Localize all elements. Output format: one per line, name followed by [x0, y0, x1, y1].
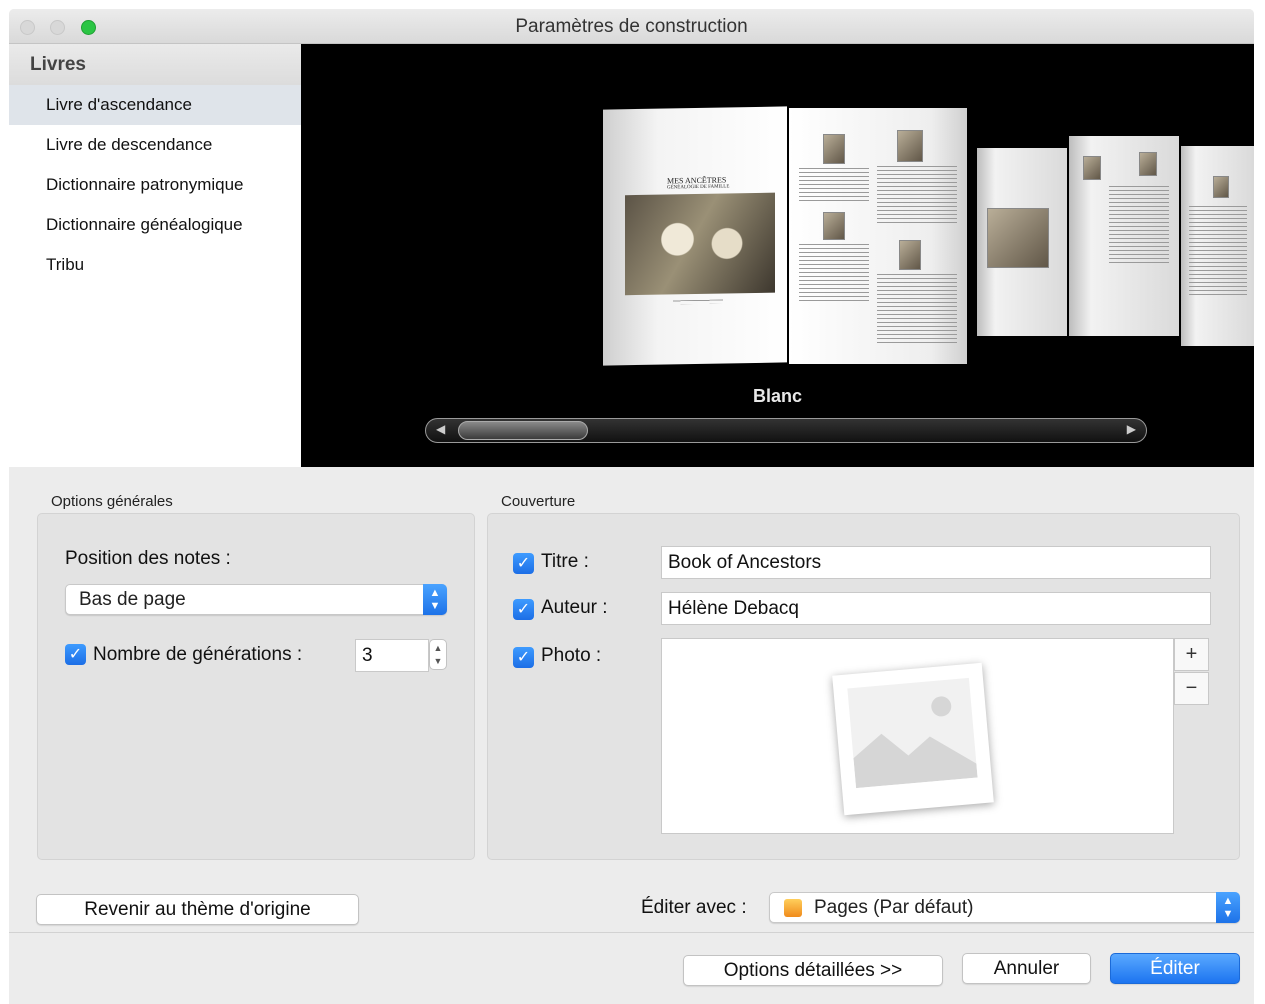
sidebar-header: Livres: [9, 44, 301, 85]
landscape-icon: [853, 696, 978, 789]
minimize-window-button[interactable]: [50, 20, 65, 35]
carousel-scrollbar[interactable]: ◀ ▶: [425, 418, 1147, 443]
general-options-group: Position des notes : Bas de page ▲ ▼ ✓ No…: [37, 513, 475, 860]
cover-photo-image: [987, 208, 1049, 268]
text-block: [799, 168, 869, 204]
scroll-left-icon[interactable]: ◀: [436, 422, 445, 436]
text-block: [877, 166, 957, 226]
sidebar-item-descendance[interactable]: Livre de descendance: [9, 125, 301, 165]
window-title: Paramètres de construction: [515, 16, 748, 37]
author-label: Auteur :: [541, 597, 608, 618]
generations-field[interactable]: 3: [355, 639, 429, 672]
title-bar: Paramètres de construction: [9, 9, 1254, 44]
sidebar-item-patronymique[interactable]: Dictionnaire patronymique: [9, 165, 301, 205]
portrait-thumbnail: [823, 134, 845, 164]
popup-chevron-icon: ▲ ▼: [423, 584, 447, 615]
cover-title: Couverture: [501, 493, 576, 510]
edit-with-value: Pages (Par défaut): [814, 897, 974, 918]
edit-with-label: Éditer avec :: [641, 897, 747, 918]
cover-subtitle-text: GÉNÉALOGIE DE FAMILLE: [667, 184, 730, 191]
book-preview-next-page: [1069, 136, 1179, 336]
text-block: [1109, 186, 1169, 266]
cover-author-line: [673, 299, 723, 305]
generations-label: Nombre de générations :: [93, 644, 303, 665]
book-preview-selected[interactable]: MES ANCÊTRES GÉNÉALOGIE DE FAMILLE: [603, 106, 967, 366]
reset-theme-button[interactable]: Revenir au thème d'origine: [36, 894, 359, 925]
book-preview-next[interactable]: [977, 148, 1067, 336]
photo-drop-area[interactable]: [661, 638, 1174, 834]
sidebar-item-genealogique[interactable]: Dictionnaire généalogique: [9, 205, 301, 245]
portrait-thumbnail: [1083, 156, 1101, 180]
books-sidebar: Livres Livre d'ascendance Livre de desce…: [9, 44, 301, 467]
text-block: [1189, 206, 1247, 296]
edit-button[interactable]: Éditer: [1110, 953, 1240, 984]
generations-stepper[interactable]: ▲ ▼: [429, 639, 447, 670]
photo-placeholder-icon: [832, 662, 994, 816]
author-checkbox[interactable]: ✓: [513, 599, 534, 620]
generations-checkbox[interactable]: ✓: [65, 644, 86, 665]
theme-name-label: Blanc: [752, 386, 803, 406]
popup-chevron-icon: ▲ ▼: [1216, 892, 1240, 923]
text-block: [799, 244, 869, 304]
theme-carousel[interactable]: MES ANCÊTRES GÉNÉALOGIE DE FAMILLE Blanc…: [301, 44, 1254, 467]
portrait-thumbnail: [899, 240, 921, 270]
portrait-thumbnail: [1139, 152, 1157, 176]
portrait-thumbnail: [897, 130, 923, 162]
dialog-window: Paramètres de construction Livres Livre …: [9, 9, 1254, 1004]
footer-divider: [9, 932, 1254, 933]
cancel-button[interactable]: Annuler: [962, 953, 1091, 984]
portrait-thumbnail: [1213, 176, 1229, 198]
title-field[interactable]: Book of Ancestors: [661, 546, 1211, 579]
edit-with-popup[interactable]: Pages (Par défaut) ▲ ▼: [769, 892, 1240, 923]
photo-label: Photo :: [541, 645, 602, 666]
notes-position-value: Bas de page: [79, 589, 186, 610]
cover-photo-image: [625, 192, 775, 296]
photo-checkbox[interactable]: ✓: [513, 647, 534, 668]
add-photo-button[interactable]: +: [1174, 638, 1209, 671]
close-window-button[interactable]: [20, 20, 35, 35]
general-options-title: Options générales: [51, 493, 173, 510]
text-block: [877, 274, 957, 344]
notes-position-popup[interactable]: Bas de page ▲ ▼: [65, 584, 447, 615]
sidebar-item-ascendance[interactable]: Livre d'ascendance: [9, 85, 301, 125]
cover-group: ✓ Titre : Book of Ancestors ✓ Auteur : H…: [487, 513, 1240, 860]
portrait-thumbnail: [823, 212, 845, 240]
title-checkbox[interactable]: ✓: [513, 553, 534, 574]
title-label: Titre :: [541, 551, 589, 572]
zoom-window-button[interactable]: [81, 20, 96, 35]
pages-app-icon: [784, 899, 802, 917]
remove-photo-button[interactable]: −: [1174, 672, 1209, 705]
scroll-right-icon[interactable]: ▶: [1127, 422, 1136, 436]
author-field[interactable]: Hélène Debacq: [661, 592, 1211, 625]
detailed-options-button[interactable]: Options détaillées >>: [683, 955, 943, 986]
book-cover-page: MES ANCÊTRES GÉNÉALOGIE DE FAMILLE: [603, 106, 787, 366]
book-preview-far[interactable]: [1181, 146, 1254, 346]
book-content-page: [789, 108, 967, 364]
notes-position-label: Position des notes :: [65, 548, 231, 569]
sidebar-item-tribu[interactable]: Tribu: [9, 245, 301, 285]
scrollbar-thumb[interactable]: [458, 421, 588, 440]
